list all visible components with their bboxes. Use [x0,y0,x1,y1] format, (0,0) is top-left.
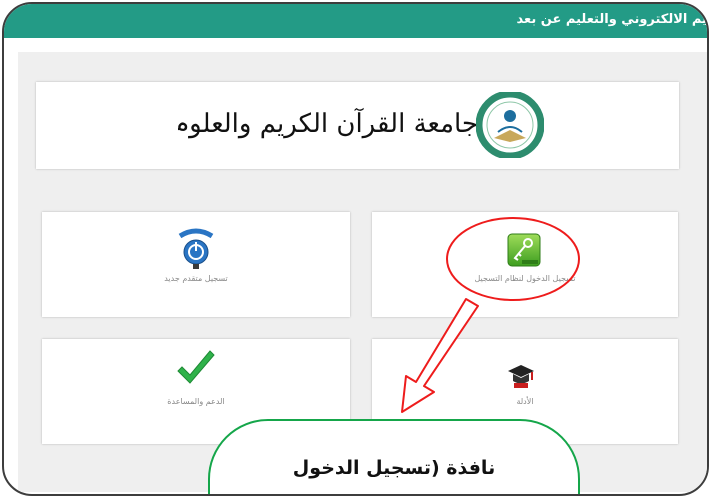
header-bar: يم الالكتروني والتعليم عن بعد [4,4,707,38]
annotation-callout: نافذة (تسجيل الدخول [208,419,580,494]
university-emblem-icon [476,92,544,158]
header-title: يم الالكتروني والتعليم عن بعد [516,12,707,27]
register-power-icon [178,228,214,269]
register-tile-label: تسجيل متقدم جديد [164,274,228,283]
browser-frame: يم الالكتروني والتعليم عن بعد جامعة القر… [2,2,709,496]
logo-banner: جامعة القرآن الكريم والعلوم الإسلامية [36,82,679,169]
university-logo: جامعة القرآن الكريم والعلوم الإسلامية [178,90,546,158]
support-tile-label: الدعم والمساعدة [167,397,225,406]
university-name: جامعة القرآن الكريم والعلوم الإسلامية [178,109,478,139]
checkmark-icon [177,350,215,384]
login-highlight-circle [446,217,580,301]
register-tile[interactable]: تسجيل متقدم جديد [42,212,350,317]
annotation-arrow-icon [401,298,479,413]
corner-mark-icon [697,4,707,18]
graduation-cap-icon [508,365,534,388]
callout-text: نافذة (تسجيل الدخول [292,457,496,479]
